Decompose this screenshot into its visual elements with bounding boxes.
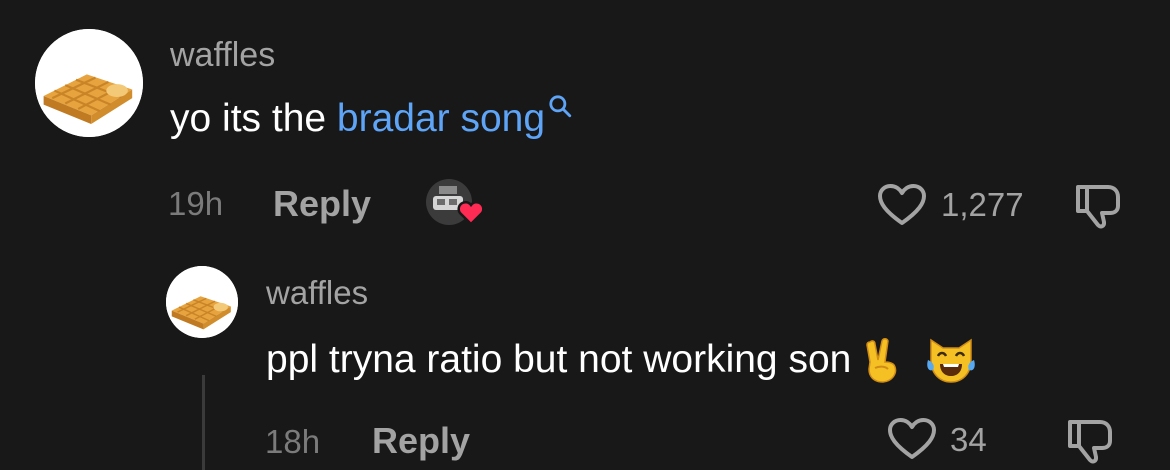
comment-text: yo its the bradar song	[170, 95, 573, 141]
reply-button[interactable]: Reply	[372, 420, 470, 462]
thumbs-down-icon[interactable]	[1072, 182, 1124, 230]
victory-hand-icon	[861, 336, 903, 384]
thumbs-down-icon[interactable]	[1064, 417, 1116, 465]
comment-timestamp: 18h	[265, 423, 321, 460]
cat-tears-of-joy-icon	[925, 336, 977, 384]
like-count: 1,277	[941, 186, 1024, 223]
search-icon[interactable]	[547, 85, 573, 129]
comment-text-body: ppl tryna ratio but not working son	[266, 338, 852, 381]
reply-button[interactable]: Reply	[273, 183, 371, 225]
heart-outline-icon[interactable]	[877, 183, 927, 227]
search-link[interactable]: bradar song	[337, 97, 545, 141]
avatar[interactable]	[166, 266, 238, 338]
comment-text-prefix: yo its the	[170, 97, 337, 140]
avatar[interactable]	[35, 29, 143, 137]
like-count: 34	[950, 421, 987, 458]
comment-timestamp: 19h	[168, 185, 224, 222]
heart-outline-icon[interactable]	[887, 417, 937, 461]
creator-liked-icon	[425, 178, 487, 230]
comment-username[interactable]: waffles	[170, 36, 275, 75]
comment-username[interactable]: waffles	[266, 274, 368, 312]
thread-line	[202, 375, 205, 470]
comment-text: ppl tryna ratio but not working son	[266, 336, 977, 384]
